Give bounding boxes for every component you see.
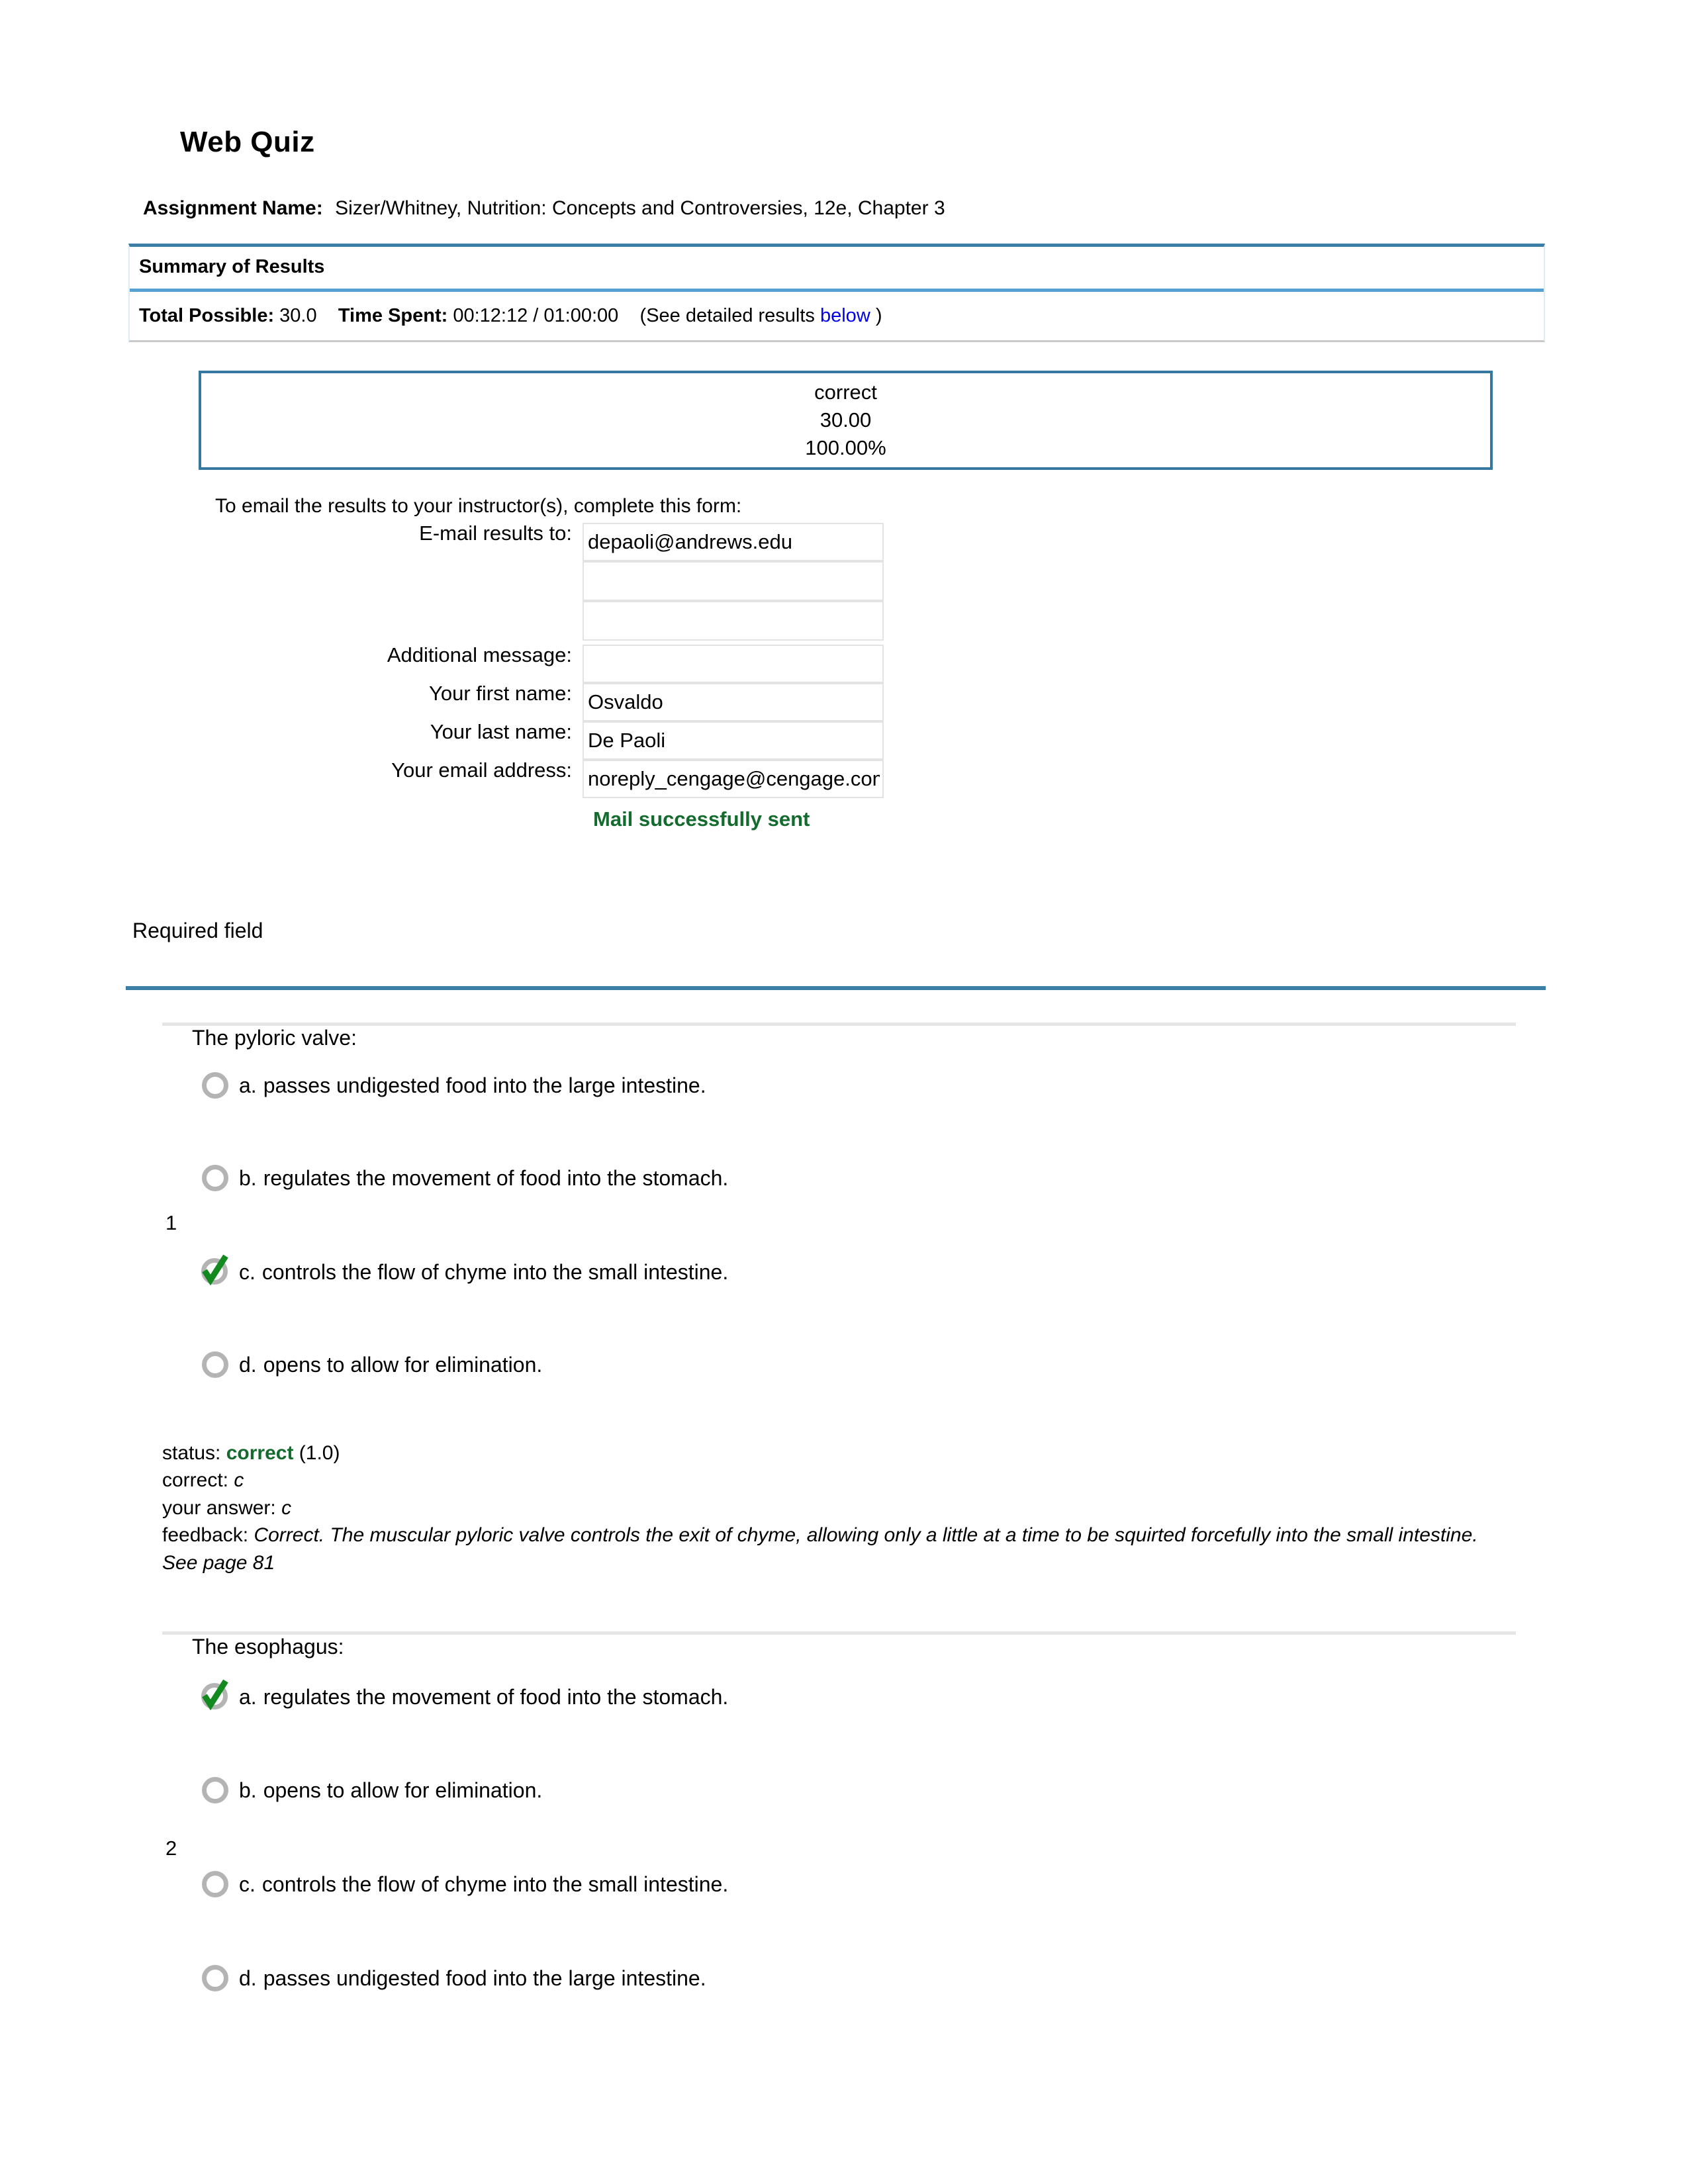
total-possible-value: 30.0 <box>279 305 317 326</box>
assignment-name-value: Sizer/Whitney, Nutrition: Concepts and C… <box>335 197 945 219</box>
feedback-correct-line: correct: c <box>162 1467 1479 1494</box>
first-name-label: Your first name: <box>429 682 572 705</box>
assignment-name-line: Assignment Name: Sizer/Whitney, Nutritio… <box>143 197 945 220</box>
question-separator <box>162 1023 1516 1026</box>
answer-option[interactable]: a. regulates the movement of food into t… <box>201 1679 729 1711</box>
radio-selected-check-icon[interactable] <box>201 1679 230 1711</box>
status-value: correct <box>226 1442 294 1464</box>
correct-value: c <box>234 1469 244 1492</box>
email-form-intro: To email the results to your instructor(… <box>215 495 742 517</box>
answer-option-letter: a. <box>239 1073 257 1097</box>
time-spent-label: Time Spent: <box>338 305 448 326</box>
answer-option[interactable]: b. regulates the movement of food into t… <box>202 1165 728 1191</box>
score-status: correct <box>814 381 877 404</box>
additional-message-input[interactable] <box>583 645 884 683</box>
your-answer-label: your answer: <box>162 1496 276 1519</box>
email-address-row: Your email address: <box>199 760 927 798</box>
email-address-label: Your email address: <box>391 758 572 782</box>
answer-option-text: passes undigested food into the large in… <box>263 1966 706 1990</box>
radio-unselected-icon[interactable] <box>202 1351 228 1378</box>
last-name-label: Your last name: <box>430 720 572 743</box>
answer-option-text: opens to allow for elimination. <box>263 1353 543 1377</box>
question-stem: The esophagus: <box>192 1635 344 1659</box>
status-points: (1.0) <box>299 1442 340 1464</box>
radio-unselected-icon[interactable] <box>202 1072 228 1099</box>
status-label: status: <box>162 1442 221 1464</box>
correct-label: correct: <box>162 1469 229 1492</box>
mail-status-message: Mail successfully sent <box>593 807 810 831</box>
green-check-icon <box>202 1679 228 1711</box>
score-percent: 100.00% <box>805 435 886 459</box>
email-to-input-1[interactable] <box>583 523 884 561</box>
summary-of-results-box: Summary of Results Total Possible: 30.0 … <box>128 244 1545 342</box>
answer-option[interactable]: d. passes undigested food into the large… <box>202 1965 706 1991</box>
first-name-input[interactable] <box>583 683 884 721</box>
radio-unselected-icon[interactable] <box>202 1965 228 1991</box>
last-name-row: Your last name: <box>199 721 927 760</box>
first-name-row: Your first name: <box>199 683 927 721</box>
feedback-label: feedback: <box>162 1524 249 1547</box>
email-to-input-2[interactable] <box>583 561 884 601</box>
answer-option[interactable]: c. controls the flow of chyme into the s… <box>201 1254 729 1287</box>
answer-option[interactable]: d. opens to allow for elimination. <box>202 1351 542 1378</box>
page-title: Web Quiz <box>180 126 315 158</box>
email-address-input[interactable] <box>583 760 884 798</box>
summary-details: Total Possible: 30.0 Time Spent: 00:12:1… <box>130 292 1544 340</box>
quiz-results-page: Web Quiz Assignment Name: Sizer/Whitney,… <box>0 0 1688 2184</box>
answer-option-text: controls the flow of chyme into the smal… <box>261 1872 729 1896</box>
radio-unselected-icon[interactable] <box>202 1165 228 1191</box>
last-name-input[interactable] <box>583 721 884 760</box>
summary-heading: Summary of Results <box>130 247 1544 292</box>
answer-option[interactable]: a. passes undigested food into the large… <box>202 1072 706 1099</box>
detailed-results-link[interactable]: below <box>820 305 870 326</box>
additional-message-label: Additional message: <box>387 643 572 666</box>
answer-option-letter: a. <box>239 1685 257 1709</box>
total-possible-label: Total Possible: <box>139 305 275 326</box>
question-stem: The pyloric valve: <box>192 1026 357 1050</box>
answer-option-letter: b. <box>239 1778 257 1802</box>
feedback-value: Correct. The muscular pyloric valve cont… <box>162 1524 1478 1574</box>
score-summary-box: correct 30.00 100.00% <box>199 371 1493 470</box>
email-to-row: E-mail results to: <box>199 523 927 641</box>
detailed-results-prefix: (See detailed results <box>639 305 815 326</box>
answer-option[interactable]: c. controls the flow of chyme into the s… <box>202 1871 728 1897</box>
required-field-note: Required field <box>132 919 263 942</box>
email-to-input-3[interactable] <box>583 601 884 641</box>
radio-unselected-icon[interactable] <box>202 1871 228 1897</box>
answer-option-letter: d. <box>239 1353 257 1377</box>
question-feedback-block: status: correct (1.0) correct: c your an… <box>162 1439 1479 1576</box>
question-number: 2 <box>165 1837 177 1860</box>
section-divider <box>126 986 1546 990</box>
answer-option-text: passes undigested food into the large in… <box>263 1073 706 1097</box>
answer-option[interactable]: b. opens to allow for elimination. <box>202 1777 542 1803</box>
detailed-results-suffix: ) <box>875 305 882 326</box>
question-separator <box>162 1631 1516 1635</box>
additional-message-row: Additional message: <box>199 645 927 683</box>
answer-option-letter: b. <box>239 1166 257 1190</box>
green-check-icon <box>202 1254 228 1286</box>
feedback-status-line: status: correct (1.0) <box>162 1439 1479 1467</box>
feedback-your-answer-line: your answer: c <box>162 1494 1479 1522</box>
answer-option-text: opens to allow for elimination. <box>263 1778 543 1802</box>
answer-option-letter: d. <box>239 1966 257 1990</box>
feedback-text-line: feedback: Correct. The muscular pyloric … <box>162 1522 1479 1576</box>
radio-selected-check-icon[interactable] <box>201 1254 230 1287</box>
question-number: 1 <box>165 1211 177 1234</box>
score-points: 30.00 <box>820 408 872 432</box>
answer-option-text: regulates the movement of food into the … <box>263 1166 729 1190</box>
answer-option-text: regulates the movement of food into the … <box>263 1685 729 1709</box>
answer-option-text: controls the flow of chyme into the smal… <box>261 1260 729 1284</box>
your-answer-value: c <box>281 1496 292 1519</box>
email-to-label: E-mail results to: <box>419 522 572 545</box>
email-results-form: E-mail results to: Additional message: Y… <box>199 523 927 831</box>
answer-option-letter: c. <box>239 1872 256 1896</box>
answer-option-letter: c. <box>239 1260 256 1284</box>
assignment-name-label: Assignment Name: <box>143 197 323 219</box>
radio-unselected-icon[interactable] <box>202 1777 228 1803</box>
time-spent-value: 00:12:12 / 01:00:00 <box>453 305 619 326</box>
